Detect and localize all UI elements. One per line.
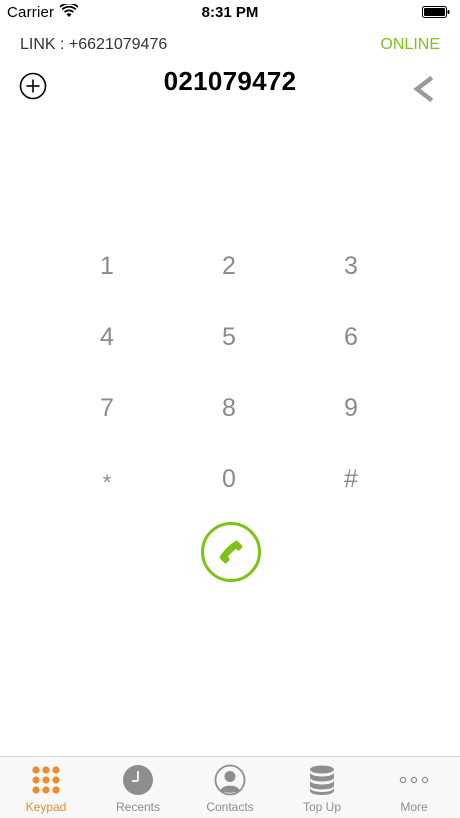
tab-label-recents: Recents [115,800,161,814]
key-9[interactable]: 9 [290,373,412,444]
tab-recents[interactable]: Recents [92,757,184,818]
tab-label-more: More [400,800,428,814]
connection-status: ONLINE [380,36,440,53]
status-time: 8:31 PM [201,4,259,21]
tab-top-up[interactable]: Top Up [276,757,368,818]
tab-keypad[interactable]: Keypad [0,757,92,818]
key-hash[interactable]: # [290,444,412,515]
key-2[interactable]: 2 [168,231,290,302]
tab-contacts[interactable]: Contacts [184,757,276,818]
dial-keypad: 1 2 3 4 5 6 7 8 9 * 0 # [46,231,414,515]
dialed-number-display: 021079472 [163,66,297,96]
phone-icon [219,540,243,564]
contact-icon [214,764,246,796]
key-0[interactable]: 0 [168,444,290,515]
clock-icon [123,765,153,795]
key-3[interactable]: 3 [290,231,412,302]
key-5[interactable]: 5 [168,302,290,373]
link-number-label: LINK : +6621079476 [20,36,168,53]
keypad-icon [32,766,60,794]
tab-label-keypad: Keypad [25,800,67,814]
key-star[interactable]: * [46,444,168,515]
key-1[interactable]: 1 [46,231,168,302]
tab-label-top-up: Top Up [302,800,342,814]
key-4[interactable]: 4 [46,302,168,373]
status-bar: Carrier 8:31 PM [0,0,460,26]
call-button[interactable] [201,522,261,582]
key-8[interactable]: 8 [168,373,290,444]
key-6[interactable]: 6 [290,302,412,373]
battery-icon [422,6,450,18]
database-icon [310,765,334,795]
key-7[interactable]: 7 [46,373,168,444]
tab-label-contacts: Contacts [206,800,254,814]
tab-bar: Keypad Recents Contacts Top Up More [0,756,460,818]
more-icon [399,776,429,784]
backspace-button[interactable] [412,75,434,103]
tab-more[interactable]: More [368,757,460,818]
